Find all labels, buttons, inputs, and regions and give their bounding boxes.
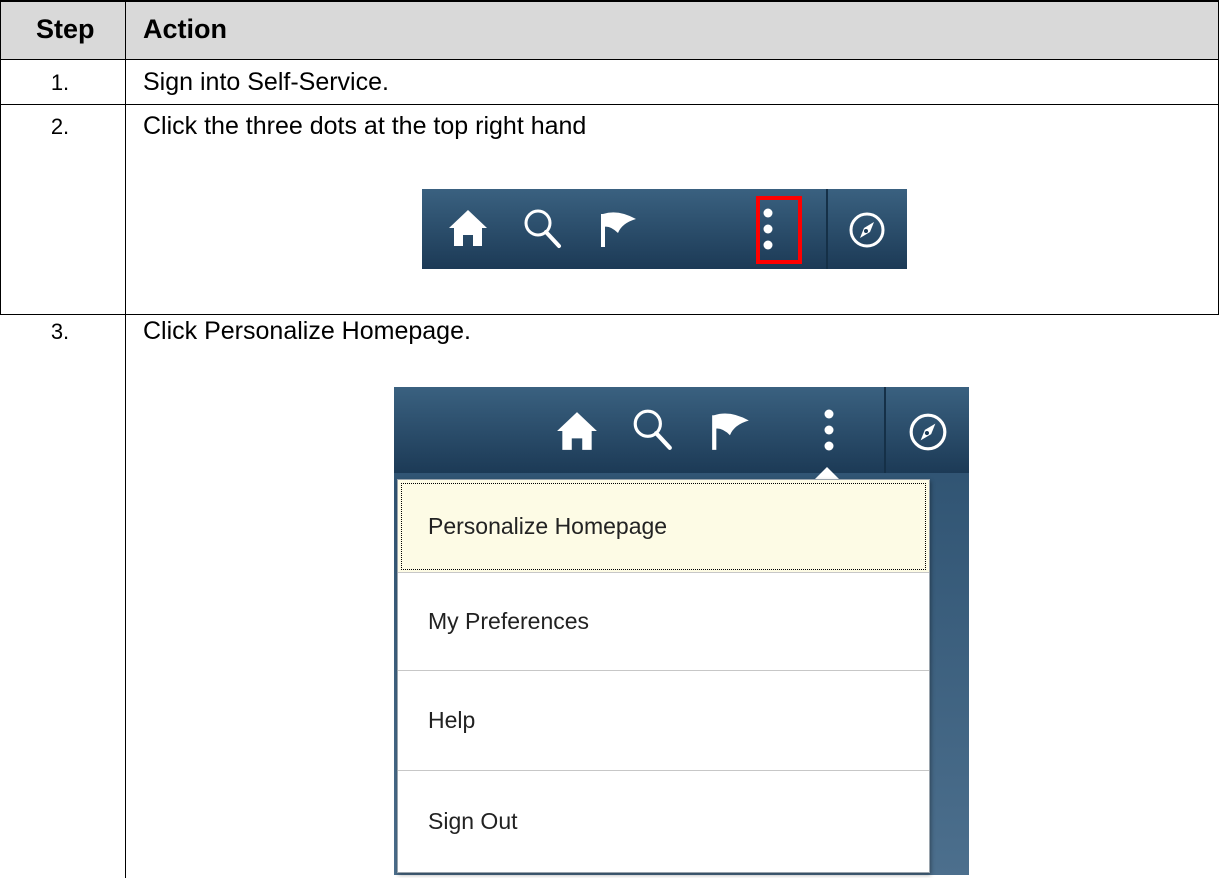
navbar-separator <box>884 387 886 473</box>
navbar-screenshot <box>422 189 907 269</box>
step-number: 3. <box>50 319 70 344</box>
compass-icon <box>848 211 886 254</box>
table-row-divider <box>0 104 1219 105</box>
menu-item-help[interactable]: Help <box>398 671 929 771</box>
step-action-text: Click Personalize Homepage. <box>143 317 471 345</box>
step-number: 2. <box>50 114 70 139</box>
table-column-divider <box>125 0 126 878</box>
home-icon <box>447 208 489 253</box>
dropdown-screenshot: Personalize Homepage My Preferences Help… <box>394 387 969 875</box>
table-border-left <box>0 0 1 315</box>
menu-item-sign-out[interactable]: Sign Out <box>398 771 929 871</box>
step-action-text: Sign into Self-Service. <box>143 68 389 96</box>
step-number: 1. <box>50 70 70 95</box>
table-border-top <box>0 0 1219 2</box>
table-border-right <box>1218 0 1219 315</box>
dropdown-menu: Personalize Homepage My Preferences Help… <box>397 479 930 873</box>
flag-icon <box>598 209 640 254</box>
table-row-divider <box>0 59 1219 60</box>
home-icon <box>555 410 599 457</box>
flag-icon <box>709 410 753 457</box>
search-icon <box>522 207 562 254</box>
more-dots-icon <box>823 406 835 459</box>
highlight-box <box>756 196 802 264</box>
navbar <box>394 387 969 473</box>
header-step: Step <box>36 14 95 44</box>
header-action: Action <box>143 14 227 44</box>
compass-icon <box>908 412 948 457</box>
search-icon <box>631 407 673 456</box>
menu-item-my-preferences[interactable]: My Preferences <box>398 573 929 671</box>
navbar-separator <box>826 189 828 269</box>
menu-item-personalize-homepage[interactable]: Personalize Homepage <box>398 480 929 573</box>
table-row-divider <box>0 314 1219 315</box>
step-action-text: Click the three dots at the top right ha… <box>143 112 587 140</box>
